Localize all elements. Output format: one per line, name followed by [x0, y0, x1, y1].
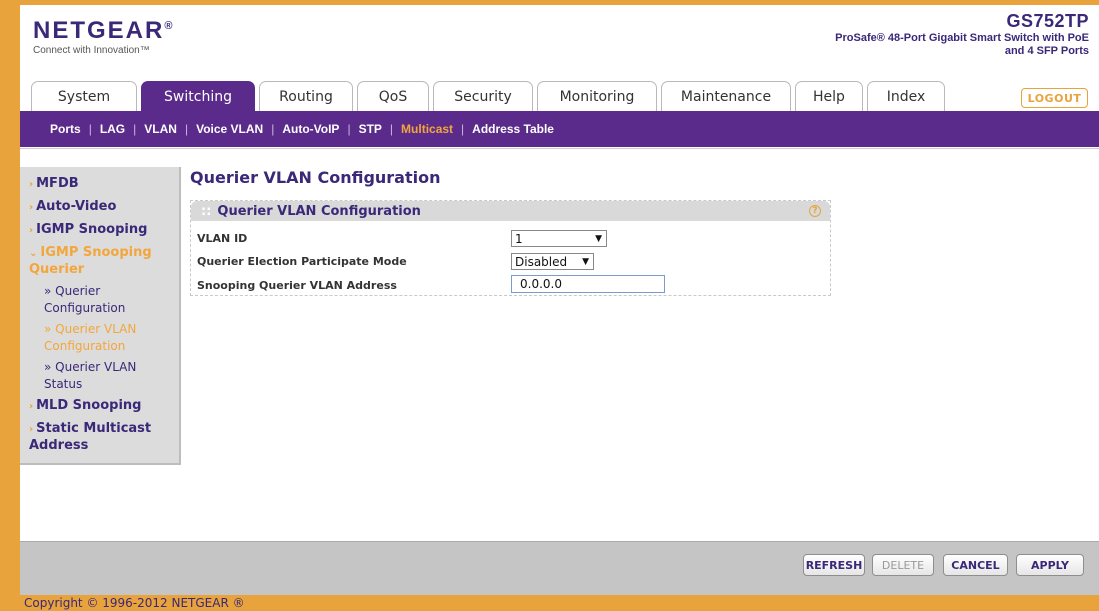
chevron-right-icon: ›	[29, 202, 34, 213]
refresh-button[interactable]: REFRESH	[803, 554, 865, 576]
tab-maintenance[interactable]: Maintenance	[661, 81, 791, 111]
tab-security[interactable]: Security	[433, 81, 533, 111]
panel-header: :: Querier VLAN Configuration ?	[191, 201, 830, 221]
tab-qos[interactable]: QoS	[357, 81, 429, 111]
sidebar-subitem-querier-vlan-configuration[interactable]: » Querier VLAN Configuration	[20, 319, 179, 357]
sidebar-item-label: IGMP Snooping Querier	[29, 245, 152, 277]
subnav-divider: |	[184, 122, 189, 136]
sidebar-subitem-label: Querier VLAN Configuration	[44, 322, 137, 353]
sidebar-item-label: MLD Snooping	[36, 398, 142, 413]
bullet-icon: »	[44, 360, 56, 374]
querier-mode-label: Querier Election Participate Mode	[197, 255, 407, 268]
chevron-right-icon: ›	[29, 179, 34, 190]
chevron-right-icon: ›	[29, 401, 34, 412]
page-title: Querier VLAN Configuration	[190, 168, 441, 187]
sidebar: › MFDB › Auto-Video › IGMP Snooping ⌄ IGMP S…	[20, 167, 181, 465]
sidebar-item-igmp-snooping[interactable]: › IGMP Snooping	[20, 219, 179, 242]
sidebar-item-auto-video[interactable]: › Auto-Video	[20, 196, 179, 219]
tab-help[interactable]: Help	[795, 81, 863, 111]
querier-mode-select[interactable]: Disabled ▼	[511, 253, 594, 270]
sub-navigation: Ports | LAG | VLAN | Voice VLAN | Auto-VoIP |…	[20, 111, 1099, 147]
help-icon[interactable]: ?	[809, 205, 821, 217]
config-panel: :: Querier VLAN Configuration ? VLAN ID …	[190, 200, 831, 296]
chevron-down-icon: ⌄	[29, 248, 38, 259]
model-description: ProSafe® 48-Port Gigabit Smart Switch wi…	[835, 32, 1089, 57]
subnav-voice-vlan[interactable]: Voice VLAN	[196, 122, 263, 136]
sidebar-subitem-querier-vlan-status[interactable]: » Querier VLAN Status	[20, 357, 179, 395]
tab-system[interactable]: System	[31, 81, 137, 111]
subnav-stp[interactable]: STP	[359, 122, 382, 136]
tab-routing[interactable]: Routing	[259, 81, 353, 111]
subnav-divider: |	[271, 122, 275, 136]
subnav-divider: |	[389, 122, 394, 136]
action-bar: REFRESH DELETE CANCEL APPLY	[20, 541, 1099, 595]
sidebar-item-igmp-snooping-querier[interactable]: ⌄ IGMP Snooping Querier	[20, 242, 179, 281]
delete-button[interactable]: DELETE	[872, 554, 934, 576]
content-area: › MFDB › Auto-Video › IGMP Snooping ⌄ IGMP S…	[20, 148, 1099, 541]
dropdown-arrow-icon: ▼	[582, 256, 589, 267]
grip-icon: ::	[201, 203, 212, 219]
querier-address-label: Snooping Querier VLAN Address	[197, 279, 397, 292]
sidebar-item-label: MFDB	[36, 176, 79, 191]
app-frame: NETGEAR® Connect with Innovation™ GS752T…	[20, 5, 1099, 595]
tab-index[interactable]: Index	[867, 81, 945, 111]
subnav-vlan[interactable]: VLAN	[144, 122, 177, 136]
subnav-auto-voip[interactable]: Auto-VoIP	[282, 122, 339, 136]
brand-tagline: Connect with Innovation™	[33, 45, 150, 56]
netgear-logo: NETGEAR® Connect with Innovation™	[33, 13, 174, 57]
chevron-right-icon: ›	[29, 424, 34, 435]
tab-monitoring[interactable]: Monitoring	[537, 81, 657, 111]
sidebar-item-label: Auto-Video	[36, 199, 117, 214]
cancel-button[interactable]: CANCEL	[943, 554, 1008, 576]
querier-address-input[interactable]: 0.0.0.0	[511, 275, 665, 293]
panel-title: Querier VLAN Configuration	[217, 203, 421, 219]
subnav-divider: |	[461, 122, 465, 136]
querier-mode-value: Disabled	[515, 254, 568, 269]
subnav-lag[interactable]: LAG	[100, 122, 125, 136]
apply-button[interactable]: APPLY	[1016, 554, 1084, 576]
brand-mark: ®	[164, 20, 175, 32]
vlan-id-value: 1	[515, 231, 523, 246]
brand-name: NETGEAR	[33, 17, 165, 44]
chevron-right-icon: ›	[29, 225, 34, 236]
model-name: GS752TP	[1006, 11, 1089, 31]
subnav-divider: |	[88, 122, 92, 136]
brand-wordmark: NETGEAR®	[33, 13, 174, 44]
subnav-divider: |	[347, 122, 351, 136]
sidebar-item-static-multicast-address[interactable]: › Static Multicast Address	[20, 418, 179, 457]
sidebar-subitem-querier-configuration[interactable]: » Querier Configuration	[20, 281, 179, 319]
bullet-icon: »	[44, 322, 56, 336]
sidebar-item-mld-snooping[interactable]: › MLD Snooping	[20, 395, 179, 418]
sidebar-item-mfdb[interactable]: › MFDB	[20, 173, 179, 196]
vlan-id-select[interactable]: 1 ▼	[511, 230, 607, 247]
subnav-divider: |	[133, 122, 137, 136]
model-info: GS752TP ProSafe® 48-Port Gigabit Smart S…	[829, 11, 1089, 58]
bullet-icon: »	[44, 284, 56, 298]
tab-switching[interactable]: Switching	[141, 81, 255, 111]
copyright-text: Copyright © 1996-2012 NETGEAR ®	[24, 596, 245, 610]
sidebar-subitem-label: Querier VLAN Status	[44, 360, 137, 391]
subnav-multicast[interactable]: Multicast	[401, 122, 453, 136]
vlan-id-label: VLAN ID	[197, 232, 248, 245]
sidebar-subitem-label: Querier Configuration	[44, 284, 126, 315]
dropdown-arrow-icon: ▼	[595, 233, 602, 244]
sidebar-item-label: Static Multicast Address	[29, 421, 152, 453]
sidebar-item-label: IGMP Snooping	[36, 222, 148, 237]
subnav-address-table[interactable]: Address Table	[472, 122, 554, 136]
logout-button[interactable]: LOGOUT	[1021, 88, 1088, 108]
subnav-ports[interactable]: Ports	[50, 122, 81, 136]
main-tabs: System Switching Routing QoS Security Mo…	[31, 81, 949, 111]
